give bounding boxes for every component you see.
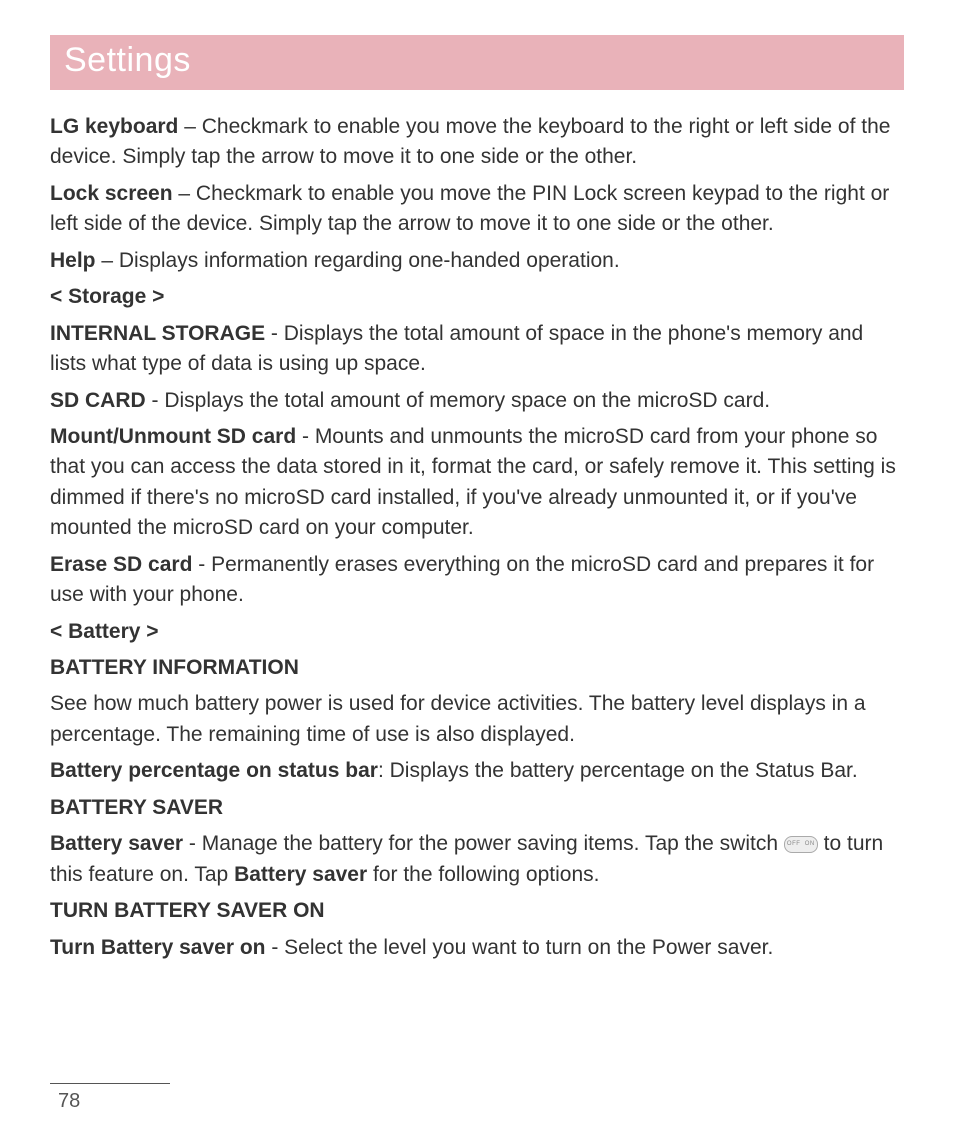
battery-pct-text: : Displays the battery percentage on the… bbox=[378, 759, 858, 782]
turn-on-paragraph: Turn Battery saver on - Select the level… bbox=[50, 933, 904, 963]
lock-screen-label: Lock screen bbox=[50, 182, 173, 205]
off-on-toggle-icon bbox=[784, 836, 818, 853]
document-page: Settings LG keyboard – Checkmark to enab… bbox=[0, 0, 954, 1133]
erase-paragraph: Erase SD card - Permanently erases every… bbox=[50, 550, 904, 611]
sd-card-text: - Displays the total amount of memory sp… bbox=[146, 389, 770, 412]
battery-heading: < Battery > bbox=[50, 617, 904, 647]
help-label: Help bbox=[50, 249, 96, 272]
battery-pct-paragraph: Battery percentage on status bar: Displa… bbox=[50, 756, 904, 786]
body-content: LG keyboard – Checkmark to enable you mo… bbox=[50, 112, 904, 963]
battery-info-heading: BATTERY INFORMATION bbox=[50, 653, 904, 683]
internal-storage-label: INTERNAL STORAGE bbox=[50, 322, 265, 345]
help-paragraph: Help – Displays information regarding on… bbox=[50, 246, 904, 276]
page-number: 78 bbox=[50, 1090, 904, 1113]
mount-label: Mount/Unmount SD card bbox=[50, 425, 296, 448]
page-title: Settings bbox=[50, 35, 904, 90]
battery-saver-text3: for the following options. bbox=[367, 863, 599, 886]
sd-card-paragraph: SD CARD - Displays the total amount of m… bbox=[50, 386, 904, 416]
battery-saver-bold2: Battery saver bbox=[234, 863, 367, 886]
turn-on-heading: TURN BATTERY SAVER ON bbox=[50, 896, 904, 926]
battery-pct-label: Battery percentage on status bar bbox=[50, 759, 378, 782]
battery-saver-heading: BATTERY SAVER bbox=[50, 793, 904, 823]
help-text: – Displays information regarding one-han… bbox=[96, 249, 620, 272]
footer-rule bbox=[50, 1083, 170, 1084]
storage-heading: < Storage > bbox=[50, 282, 904, 312]
lock-screen-paragraph: Lock screen – Checkmark to enable you mo… bbox=[50, 179, 904, 240]
internal-storage-paragraph: INTERNAL STORAGE - Displays the total am… bbox=[50, 319, 904, 380]
battery-info-text: See how much battery power is used for d… bbox=[50, 689, 904, 750]
page-footer: 78 bbox=[50, 1083, 904, 1113]
turn-on-label: Turn Battery saver on bbox=[50, 936, 266, 959]
sd-card-label: SD CARD bbox=[50, 389, 146, 412]
lg-keyboard-label: LG keyboard bbox=[50, 115, 178, 138]
lock-screen-text: – Checkmark to enable you move the PIN L… bbox=[50, 182, 889, 235]
lg-keyboard-paragraph: LG keyboard – Checkmark to enable you mo… bbox=[50, 112, 904, 173]
battery-saver-paragraph: Battery saver - Manage the battery for t… bbox=[50, 829, 904, 890]
erase-label: Erase SD card bbox=[50, 553, 192, 576]
battery-saver-text1: - Manage the battery for the power savin… bbox=[183, 832, 784, 855]
battery-saver-label: Battery saver bbox=[50, 832, 183, 855]
turn-on-text: - Select the level you want to turn on t… bbox=[266, 936, 774, 959]
mount-paragraph: Mount/Unmount SD card - Mounts and unmou… bbox=[50, 422, 904, 544]
